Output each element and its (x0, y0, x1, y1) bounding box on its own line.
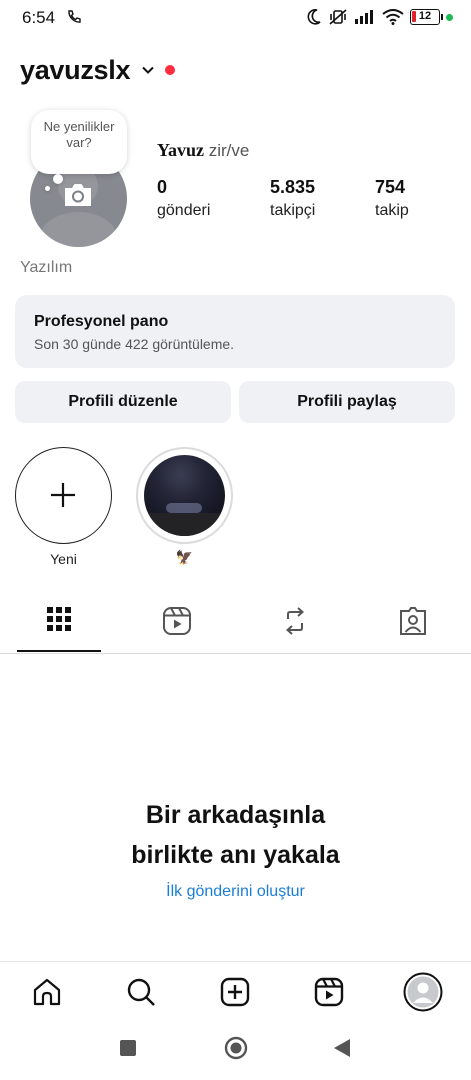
tagged-person-icon (399, 607, 426, 635)
stat-followers-value: 5.835 (270, 177, 316, 197)
status-icons: 12 (306, 8, 453, 26)
stat-posts-value: 0 (157, 177, 168, 197)
tab-reposts[interactable] (236, 600, 353, 652)
vibrate-off-icon (329, 9, 347, 25)
story-highlight-cover[interactable] (144, 455, 225, 536)
nav-create[interactable] (215, 972, 255, 1012)
share-profile-button[interactable]: Profili paylaş (239, 381, 455, 423)
display-name-bold: Yavuz (157, 140, 205, 160)
stat-posts-label: gönderi (157, 202, 211, 219)
battery-icon: 12 (410, 9, 443, 25)
stat-following-label: takip (375, 202, 409, 219)
tabs-divider (0, 653, 471, 654)
status-time: 6:54 (22, 8, 56, 27)
battery-level: 12 (418, 10, 432, 22)
stat-followers-label: takipçi (270, 202, 316, 219)
create-first-post-link[interactable]: İlk gönderini oluştur (0, 883, 471, 901)
pro-dashboard-subtitle: Son 30 günde 422 görüntüleme. (34, 336, 235, 352)
phone-call-icon (68, 10, 81, 23)
reels-icon (162, 607, 191, 635)
camera-icon[interactable] (62, 181, 94, 209)
content-tabs (0, 600, 471, 652)
empty-state-title-line2: birlikte anı yakala (131, 841, 340, 869)
privacy-indicator-dot (446, 13, 453, 21)
story-highlight-label: 🦅 (175, 549, 194, 565)
stat-posts[interactable]: 0 gönderi (157, 176, 210, 220)
back-button-icon[interactable] (331, 1037, 353, 1059)
repost-icon (285, 607, 304, 635)
signal-icon (355, 10, 373, 24)
empty-state-title-line1: Bir arkadaşınla (145, 801, 326, 829)
tab-reels[interactable] (118, 600, 235, 652)
search-icon (127, 978, 155, 1006)
notification-dot (165, 65, 176, 75)
username-switcher[interactable]: yavuzslx (20, 55, 130, 86)
home-icon (33, 978, 61, 1006)
active-tab-indicator (17, 650, 101, 652)
reels-icon (314, 977, 344, 1007)
empty-state-title: Bir arkadaşınla birlikte anı yakala (0, 795, 471, 875)
stat-followers[interactable]: 5.835 takipçi (270, 176, 315, 220)
display-name: Yavuz zir/ve (157, 140, 249, 161)
nav-profile[interactable] (403, 972, 443, 1012)
recents-button-icon[interactable] (118, 1038, 138, 1058)
status-bar: 6:54 12 (0, 0, 471, 36)
system-nav-bar (0, 1020, 471, 1080)
pro-dashboard-title: Profesyonel pano (34, 313, 169, 330)
profile-avatar-icon (403, 972, 443, 1012)
stat-following[interactable]: 754 takip (375, 176, 409, 220)
tab-tagged[interactable] (354, 600, 471, 652)
new-highlight-label: Yeni (50, 551, 77, 567)
add-post-icon (220, 977, 250, 1007)
bottom-nav (0, 961, 471, 1019)
chevron-down-icon[interactable] (140, 62, 156, 78)
profile-category: Yazılım (20, 259, 73, 276)
note-bubble-tail (53, 174, 63, 184)
edit-profile-button[interactable]: Profili düzenle (15, 381, 231, 423)
display-name-rest: zir/ve (204, 141, 250, 160)
note-bubble-text: Ne yenilikler var? (43, 119, 115, 150)
nav-reels[interactable] (309, 972, 349, 1012)
do-not-disturb-moon-icon (307, 9, 321, 25)
profile-header: yavuzslx (20, 52, 176, 88)
professional-dashboard-card[interactable]: Profesyonel pano Son 30 günde 422 görünt… (15, 295, 455, 368)
home-button-icon[interactable] (224, 1036, 248, 1060)
note-bubble[interactable]: Ne yenilikler var? (31, 110, 127, 174)
wifi-icon (382, 9, 404, 25)
tab-grid[interactable] (0, 600, 117, 652)
stat-following-value: 754 (375, 177, 406, 197)
plus-icon (51, 483, 75, 507)
note-bubble-tail-small (45, 186, 50, 191)
grid-icon (46, 607, 71, 631)
nav-search[interactable] (121, 972, 161, 1012)
nav-home[interactable] (27, 972, 67, 1012)
